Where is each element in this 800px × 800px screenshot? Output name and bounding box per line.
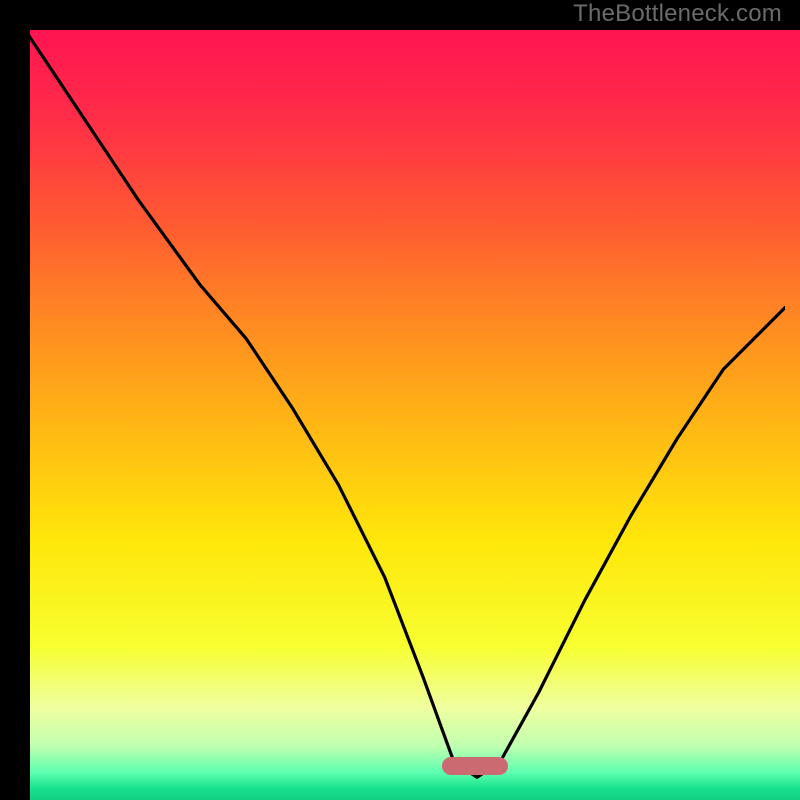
bottleneck-curve bbox=[15, 15, 785, 785]
chart-frame bbox=[15, 15, 785, 785]
watermark-text: TheBottleneck.com bbox=[573, 0, 782, 28]
optimal-marker bbox=[442, 757, 507, 775]
